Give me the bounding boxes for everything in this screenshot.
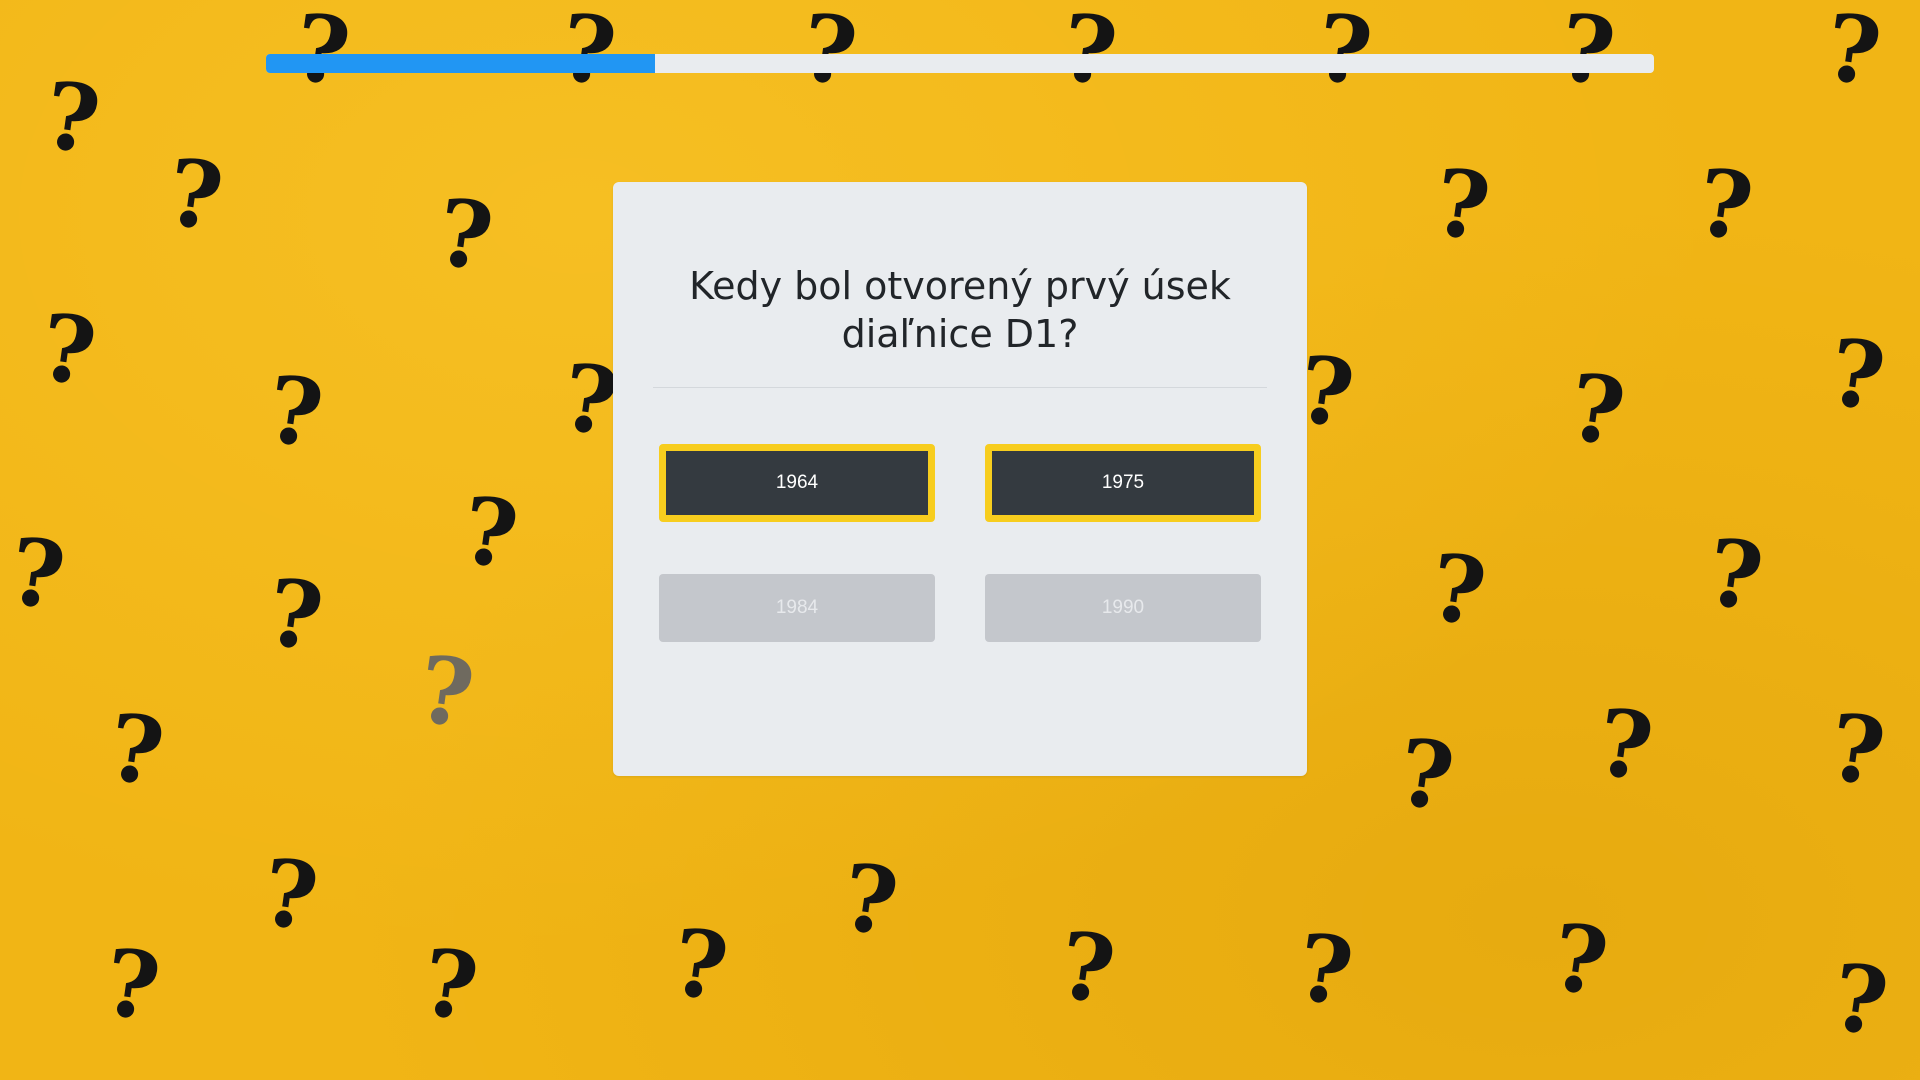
answer-button-1[interactable]: 1964 xyxy=(659,444,935,522)
question-mark-glyph: ? xyxy=(33,292,103,408)
answer-button-3[interactable]: 1984 xyxy=(659,574,935,642)
question-mark-glyph: ? xyxy=(1427,147,1497,263)
question-mark-glyph: ? xyxy=(1700,517,1770,633)
question-mark-glyph: ? xyxy=(1310,0,1378,107)
question-mark-glyph: ? xyxy=(255,837,325,953)
question-mark-glyph: ? xyxy=(1590,687,1660,803)
question-mark-glyph: ? xyxy=(1818,0,1888,108)
question-mark-glyph: ? xyxy=(835,842,905,958)
question-mark-glyph: ? xyxy=(97,927,167,1043)
question-mark-glyph: ? xyxy=(415,927,485,1043)
question-mark-glyph: ? xyxy=(1423,532,1493,648)
question-mark-glyph: ? xyxy=(37,60,107,176)
answer-button-2[interactable]: 1975 xyxy=(985,444,1261,522)
question-mark-glyph: ? xyxy=(160,137,230,253)
question-mark-glyph: ? xyxy=(2,516,72,632)
question-mark-glyph: ? xyxy=(430,177,500,293)
answer-button-4[interactable]: 1990 xyxy=(985,574,1261,642)
question-mark-glyph: ? xyxy=(1562,352,1632,468)
question-mark-glyph: ? xyxy=(260,354,330,470)
question-mark-glyph: ? xyxy=(665,907,735,1023)
question-mark-glyph: ? xyxy=(1052,910,1122,1026)
question-mark-glyph: ? xyxy=(1290,912,1360,1028)
question-mark-glyph: ? xyxy=(1553,0,1621,107)
question-mark-glyph: ? xyxy=(1822,692,1892,808)
question-mark-glyph: ? xyxy=(260,557,330,673)
quiz-progress-bar xyxy=(266,54,1654,73)
question-mark-glyph: ? xyxy=(1545,902,1615,1018)
question-card: Kedy bol otvorený prvý úsek diaľnice D1?… xyxy=(613,182,1307,776)
question-mark-glyph: ? xyxy=(101,692,171,808)
question-mark-glyph: ? xyxy=(288,0,356,107)
question-mark-glyph: ? xyxy=(1822,317,1892,433)
question-mark-glyph: ? xyxy=(411,634,481,750)
question-divider xyxy=(653,387,1267,388)
question-text: Kedy bol otvorený prvý úsek diaľnice D1? xyxy=(689,264,1231,356)
question-mark-glyph: ? xyxy=(554,0,622,107)
question-mark-glyph: ? xyxy=(1055,0,1123,107)
question-mark-glyph: ? xyxy=(1825,942,1895,1058)
question-mark-glyph: ? xyxy=(1690,147,1760,263)
question-mark-glyph: ? xyxy=(455,475,525,591)
quiz-progress-fill xyxy=(266,54,655,73)
question-mark-glyph: ? xyxy=(795,0,863,107)
question-mark-glyph: ? xyxy=(1391,717,1461,833)
